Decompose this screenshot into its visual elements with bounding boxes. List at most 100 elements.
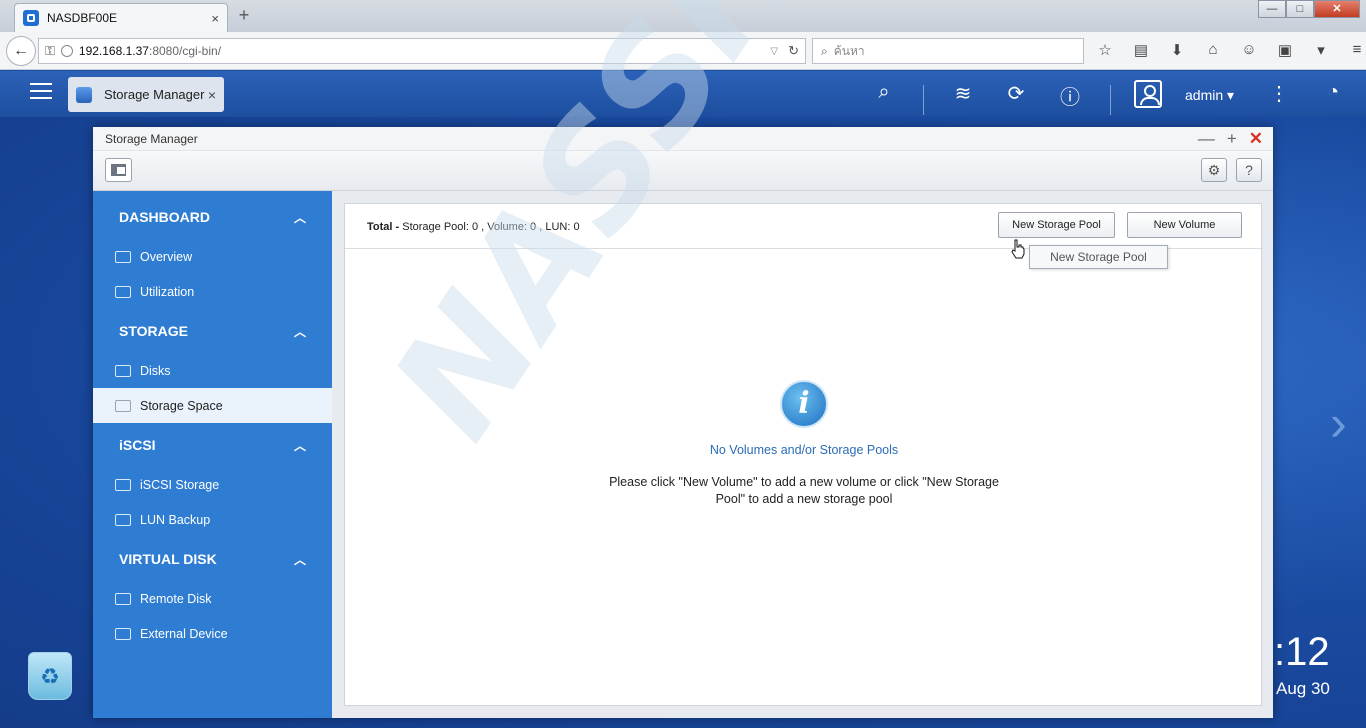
new-storage-pool-button[interactable]: New Storage Pool: [998, 212, 1115, 238]
chat-icon[interactable]: ☺: [1238, 41, 1260, 59]
window-title: Storage Manager: [105, 132, 198, 146]
info-icon: i: [780, 380, 828, 428]
dashboard-gauge-icon[interactable]: ◔: [1320, 81, 1346, 104]
window-toolbar: ⚙ ?: [93, 151, 1273, 191]
settings-gear-icon[interactable]: ⚙: [1201, 158, 1227, 182]
app-tab-close-icon[interactable]: ×: [208, 87, 216, 103]
empty-state-message: Please click "New Volume" to add a new v…: [609, 475, 999, 506]
external-device-icon[interactable]: ⟳: [1003, 81, 1029, 106]
bookmark-star-icon[interactable]: ☆: [1094, 41, 1116, 59]
browser-tab-title: NASDBF00E: [47, 11, 118, 25]
sidebar-item-lun-backup[interactable]: LUN Backup: [93, 502, 332, 537]
sidebar-item-overview[interactable]: Overview: [93, 239, 332, 274]
sidebar-item-label: Utilization: [140, 284, 195, 299]
empty-state-title: No Volumes and/or Storage Pools: [709, 443, 899, 457]
app-tab-label: Storage Manager: [104, 87, 205, 102]
url-dropdown-icon[interactable]: ▽: [770, 46, 778, 57]
sidebar-item-utilization[interactable]: Utilization: [93, 274, 332, 309]
search-placeholder: ค้นหา: [833, 43, 865, 58]
browser-nav-bar: ← ⚿ 192.168.1.37 :8080/cgi-bin/ ▽ ↻ ⌕ ค้…: [0, 32, 1366, 70]
chevron-up-icon[interactable]: ︿: [294, 551, 306, 568]
user-menu[interactable]: admin ▾: [1185, 87, 1234, 104]
sidebar-item-disks[interactable]: Disks: [93, 353, 332, 388]
sidebar-item-storage-space[interactable]: Storage Space: [93, 388, 332, 423]
desktop-date: Aug 30: [1276, 679, 1330, 698]
sidebar-item-iscsi-storage[interactable]: iSCSI Storage: [93, 467, 332, 502]
search-icon[interactable]: ⌕: [871, 81, 897, 104]
toolbar-separator: [1110, 85, 1111, 115]
sidebar-section-label: STORAGE: [119, 323, 188, 339]
back-button[interactable]: ←: [6, 36, 36, 66]
new-tab-button[interactable]: +: [234, 5, 254, 26]
menu-icon[interactable]: ≡: [1346, 41, 1366, 59]
pdf-icon[interactable]: ▣: [1274, 41, 1296, 59]
storage-manager-icon: [76, 86, 92, 103]
close-window-button[interactable]: ✕: [1314, 0, 1360, 18]
help-icon[interactable]: ?: [1236, 158, 1262, 182]
sidebar-item-remote-disk[interactable]: Remote Disk: [93, 581, 332, 616]
sidebar-section-storage[interactable]: STORAGE ︿: [93, 309, 332, 353]
desktop-clock: :12: [1274, 630, 1330, 674]
disk-icon: [115, 364, 131, 377]
storage-space-icon: [115, 399, 131, 412]
sidebar-section-label: VIRTUAL DISK: [119, 551, 217, 567]
qts-top-bar: Storage Manager × ⌕ ≋ ⟳ ⓘ admin ▾ ⋮ ◔: [0, 71, 1366, 117]
overview-icon: [115, 250, 131, 263]
os-window-controls: — □ ✕: [1258, 0, 1360, 18]
chevron-up-icon[interactable]: ︿: [294, 437, 306, 454]
main-menu-icon[interactable]: [30, 83, 52, 101]
browser-toolbar: ☆ ▤ ⬇ ⌂ ☺ ▣ ▾ ≡: [1094, 41, 1366, 59]
main-content: Total - Storage Pool: 0 , Volume: 0 , LU…: [332, 191, 1273, 718]
lun-backup-icon: [115, 513, 131, 526]
browser-tab-close-icon[interactable]: ×: [211, 11, 219, 26]
total-label: Total -: [367, 221, 400, 233]
qnap-favicon-icon: [23, 10, 39, 26]
sidebar-item-label: Overview: [140, 249, 193, 264]
reading-list-icon[interactable]: ▤: [1130, 41, 1152, 59]
maximize-icon[interactable]: +: [1227, 129, 1237, 149]
total-counts: Storage Pool: 0 , Volume: 0 , LUN: 0: [402, 221, 580, 233]
background-tasks-icon[interactable]: ≋: [950, 81, 976, 106]
url-bar[interactable]: ⚿ 192.168.1.37 :8080/cgi-bin/ ▽ ↻: [38, 38, 806, 64]
external-device-icon: [115, 627, 131, 640]
sidebar-section-iscsi[interactable]: iSCSI ︿: [93, 423, 332, 467]
url-path: :8080/cgi-bin/: [148, 44, 222, 58]
reload-icon[interactable]: ↻: [788, 43, 799, 59]
panel-header: Total - Storage Pool: 0 , Volume: 0 , LU…: [345, 204, 1263, 249]
browser-search-input[interactable]: ⌕ ค้นหา: [812, 38, 1084, 64]
iscsi-storage-icon: [115, 478, 131, 491]
sidebar-section-virtual-disk[interactable]: VIRTUAL DISK ︿: [93, 537, 332, 581]
browser-tab[interactable]: NASDBF00E ×: [14, 3, 228, 32]
more-options-icon[interactable]: ⋮: [1266, 81, 1292, 106]
close-icon[interactable]: ✕: [1249, 129, 1263, 149]
download-icon[interactable]: ⬇: [1166, 41, 1188, 59]
sidebar-section-dashboard[interactable]: DASHBOARD ︿: [93, 195, 332, 239]
user-avatar-icon[interactable]: [1134, 80, 1162, 108]
storage-manager-window: Storage Manager — + ✕ ⚙ ? DASHBOARD ︿ Ov…: [93, 127, 1273, 718]
sidebar-item-external-device[interactable]: External Device: [93, 616, 332, 651]
storage-space-panel: Total - Storage Pool: 0 , Volume: 0 , LU…: [344, 203, 1263, 706]
chevron-right-icon[interactable]: ›: [1330, 398, 1347, 448]
key-icon: ⚿: [45, 43, 55, 58]
sidebar-section-label: iSCSI: [119, 437, 156, 453]
chevron-up-icon[interactable]: ︿: [294, 209, 306, 226]
minimize-icon[interactable]: —: [1198, 129, 1215, 149]
toggle-sidebar-icon[interactable]: [105, 158, 132, 182]
utilization-icon: [115, 285, 131, 298]
dropdown-icon[interactable]: ▾: [1310, 41, 1332, 59]
sidebar-item-label: Disks: [140, 363, 171, 378]
window-title-bar[interactable]: Storage Manager — + ✕: [93, 127, 1273, 151]
chevron-up-icon[interactable]: ︿: [294, 323, 306, 340]
storage-summary: Total - Storage Pool: 0 , Volume: 0 , LU…: [367, 221, 580, 233]
minimize-window-button[interactable]: —: [1258, 0, 1286, 18]
info-icon[interactable]: ⓘ: [1057, 81, 1083, 110]
app-tab-storage-manager[interactable]: Storage Manager ×: [68, 77, 224, 112]
browser-tab-bar: NASDBF00E × + — □ ✕: [0, 0, 1366, 32]
new-storage-pool-tooltip: New Storage Pool: [1029, 245, 1168, 269]
new-volume-button[interactable]: New Volume: [1127, 212, 1242, 238]
home-icon[interactable]: ⌂: [1202, 41, 1224, 59]
maximize-window-button[interactable]: □: [1286, 0, 1314, 18]
remote-disk-icon: [115, 592, 131, 605]
hand-cursor-icon: [1011, 239, 1025, 259]
recycle-bin-icon[interactable]: ♻: [28, 652, 72, 700]
